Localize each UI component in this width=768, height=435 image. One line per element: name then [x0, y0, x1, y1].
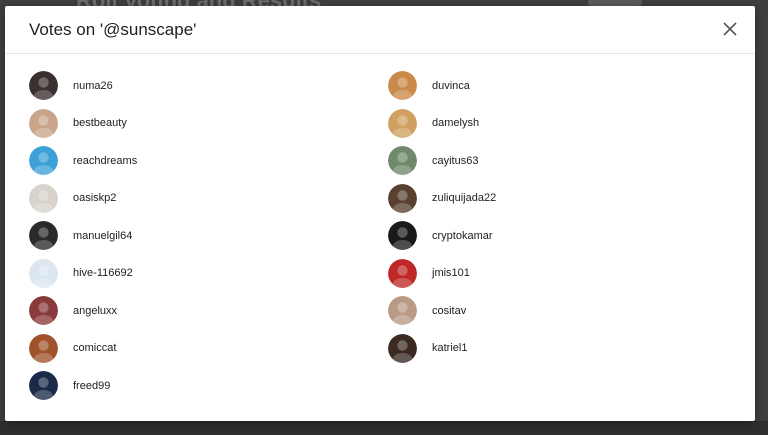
avatar[interactable]	[29, 296, 58, 325]
voter-item[interactable]: comiccat	[29, 333, 137, 363]
voter-item[interactable]: duvinca	[388, 71, 496, 100]
avatar[interactable]	[29, 71, 58, 100]
voter-username[interactable]: oasiskp2	[73, 192, 116, 204]
voter-item[interactable]: cositav	[388, 296, 496, 325]
backdrop-bottom-bar	[0, 421, 768, 435]
avatar[interactable]	[29, 333, 58, 363]
voter-item[interactable]: katriel1	[388, 333, 496, 363]
voter-item[interactable]: numa26	[29, 71, 137, 100]
voter-username[interactable]: cryptokamar	[432, 230, 493, 242]
avatar[interactable]	[388, 296, 417, 325]
voter-item[interactable]: cayitus63	[388, 146, 496, 175]
voter-item[interactable]: damelysh	[388, 108, 496, 138]
avatar[interactable]	[29, 146, 58, 175]
avatar[interactable]	[29, 258, 58, 288]
avatar[interactable]	[388, 108, 417, 138]
modal-title: Votes on '@sunscape'	[29, 20, 197, 39]
voter-item[interactable]: zuliquijada22	[388, 183, 496, 213]
avatar[interactable]	[29, 371, 58, 400]
voter-username[interactable]: bestbeauty	[73, 117, 127, 129]
voter-username[interactable]: numa26	[73, 80, 113, 92]
voter-item[interactable]: bestbeauty	[29, 108, 137, 138]
voter-username[interactable]: damelysh	[432, 117, 479, 129]
voter-username[interactable]: comiccat	[73, 342, 116, 354]
voter-item[interactable]: hive-116692	[29, 258, 137, 288]
voter-item[interactable]: manuelgil64	[29, 221, 137, 250]
avatar[interactable]	[388, 71, 417, 100]
voter-item[interactable]: freed99	[29, 371, 137, 400]
close-icon	[723, 22, 737, 36]
voter-username[interactable]: freed99	[73, 380, 110, 392]
avatar[interactable]	[29, 183, 58, 213]
voter-column-right: duvinca damelysh cayitus63 zuliquijada22 cry…	[388, 71, 496, 371]
avatar[interactable]	[388, 183, 417, 213]
voter-column-left: numa26 bestbeauty reachdreams oasiskp2 manue…	[29, 71, 137, 409]
voter-username[interactable]: cositav	[432, 305, 466, 317]
avatar[interactable]	[388, 258, 417, 288]
voter-username[interactable]: reachdreams	[73, 155, 137, 167]
voter-username[interactable]: jmis101	[432, 267, 470, 279]
modal-header: Votes on '@sunscape'	[5, 6, 755, 54]
voter-username[interactable]: katriel1	[432, 342, 467, 354]
votes-modal: Votes on '@sunscape' numa26 bestbeauty rea…	[5, 6, 755, 421]
voter-username[interactable]: angeluxx	[73, 305, 117, 317]
voter-username[interactable]: manuelgil64	[73, 230, 132, 242]
avatar[interactable]	[29, 108, 58, 138]
voter-username[interactable]: hive-116692	[73, 267, 133, 279]
voter-item[interactable]: reachdreams	[29, 146, 137, 175]
voter-username[interactable]: zuliquijada22	[432, 192, 496, 204]
voter-username[interactable]: duvinca	[432, 80, 470, 92]
voter-item[interactable]: angeluxx	[29, 296, 137, 325]
voter-item[interactable]: oasiskp2	[29, 183, 137, 213]
voter-username[interactable]: cayitus63	[432, 155, 478, 167]
avatar[interactable]	[388, 221, 417, 250]
avatar[interactable]	[388, 146, 417, 175]
close-button[interactable]	[721, 20, 739, 38]
avatar[interactable]	[29, 221, 58, 250]
avatar[interactable]	[388, 333, 417, 363]
voter-item[interactable]: jmis101	[388, 258, 496, 288]
voter-item[interactable]: cryptokamar	[388, 221, 496, 250]
